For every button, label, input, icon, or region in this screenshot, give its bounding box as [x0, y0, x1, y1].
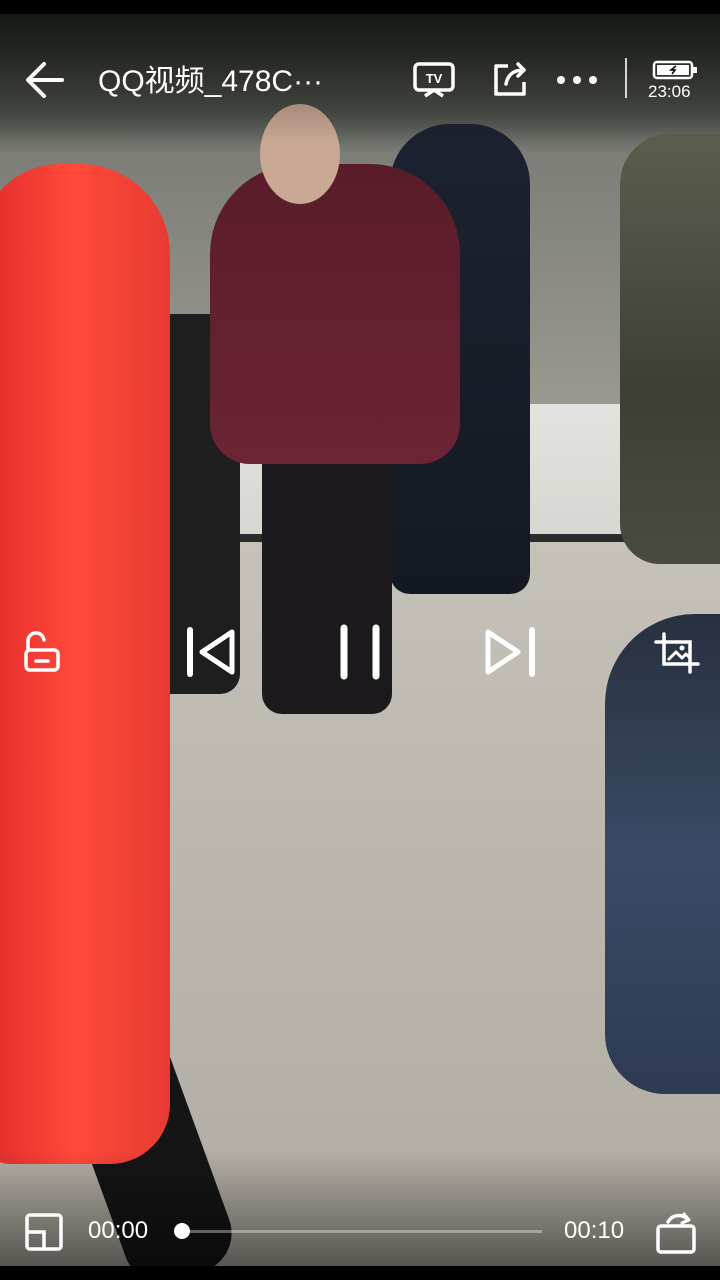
next-icon[interactable] — [480, 624, 540, 680]
battery-icon — [652, 60, 697, 80]
svg-text:TV: TV — [426, 71, 443, 86]
progress-thumb[interactable] — [174, 1223, 190, 1239]
current-time: 00:00 — [88, 1217, 149, 1244]
duration-time: 00:10 — [564, 1217, 625, 1244]
person-maroon-coat — [210, 164, 460, 464]
person-camouflage — [620, 134, 720, 564]
share-icon[interactable] — [490, 60, 530, 100]
rotate-icon[interactable] — [654, 1210, 698, 1254]
more-dots-icon[interactable] — [556, 70, 598, 90]
unlock-icon[interactable] — [20, 630, 64, 674]
tv-cast-icon[interactable]: TV — [412, 60, 456, 100]
person-blue-coat — [605, 614, 720, 1094]
video-title: QQ视频_478C··· — [98, 65, 324, 98]
divider — [625, 58, 627, 98]
letterbox-top — [0, 0, 720, 14]
clock-text: 23:06 — [648, 82, 691, 101]
bottom-overlay — [0, 1150, 720, 1266]
screenshot-icon[interactable] — [654, 632, 700, 674]
previous-icon[interactable] — [182, 624, 242, 680]
progress-track[interactable] — [174, 1223, 542, 1239]
back-arrow-icon[interactable] — [22, 60, 66, 100]
small-window-icon[interactable] — [24, 1212, 64, 1252]
pause-icon[interactable] — [334, 622, 386, 682]
letterbox-bottom — [0, 1266, 720, 1280]
